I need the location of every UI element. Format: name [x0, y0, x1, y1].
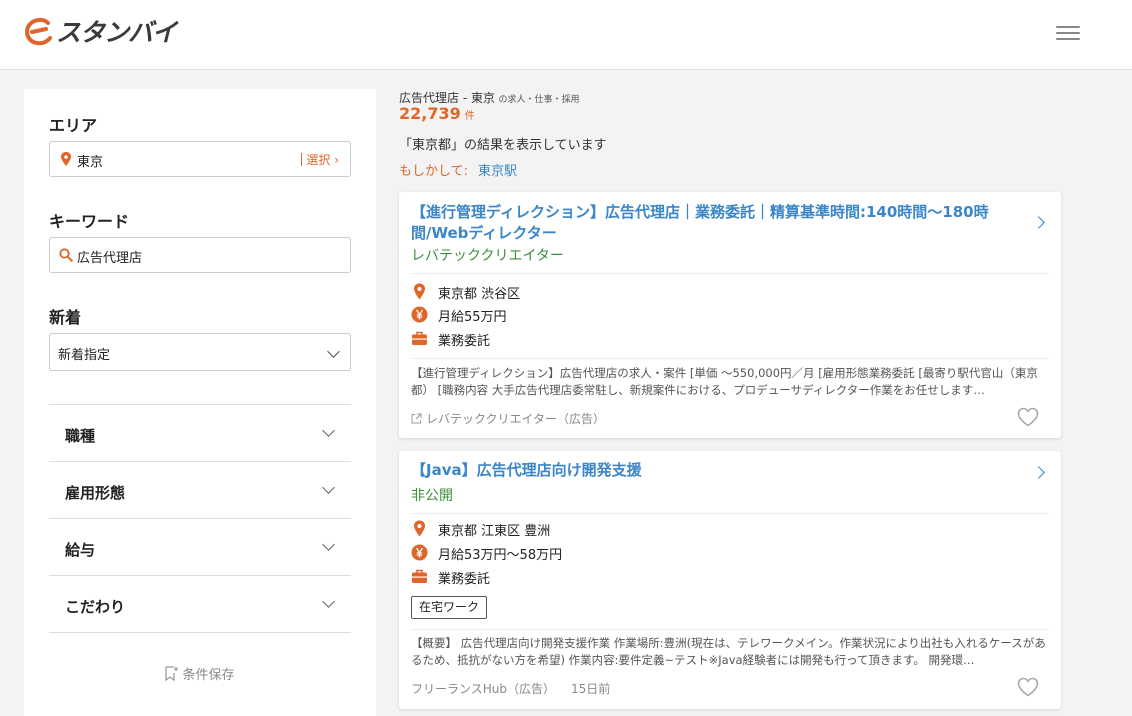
area-value: 東京: [77, 155, 104, 170]
keyword-value: 広告代理店: [77, 251, 143, 266]
job-source[interactable]: フリーランスHub（広告） 15日前: [411, 680, 610, 697]
job-location-text: 東京都 江東区 豊洲: [438, 524, 551, 539]
chevron-down-icon: [322, 595, 335, 608]
site-logo[interactable]: スタンバイ: [24, 16, 177, 47]
accordion-employment-type[interactable]: 雇用形態: [49, 461, 351, 518]
job-salary-text: 月給53万円～58万円: [438, 548, 563, 563]
chevron-down-icon: [322, 538, 335, 551]
job-salary-text: 月給55万円: [438, 310, 507, 325]
results-count-value: 22,739: [399, 104, 461, 123]
heart-icon[interactable]: [1017, 407, 1039, 427]
job-source[interactable]: レバテッククリエイター（広告）: [411, 410, 605, 427]
job-employment-text: 業務委託: [438, 334, 491, 349]
new-label: 新着: [49, 308, 82, 327]
save-conditions-label: 条件保存: [182, 668, 235, 683]
new-select-value: 新着指定: [58, 348, 111, 363]
job-company: 非公開: [411, 488, 453, 504]
accordion-preferences[interactable]: こだわり: [49, 575, 351, 632]
did-you-mean-link[interactable]: 東京駅: [478, 164, 517, 179]
divider: [49, 632, 351, 633]
results-title-suffix: の求人・仕事・採用: [498, 95, 580, 105]
did-you-mean-label: もしかして:: [399, 164, 468, 179]
location-pin-icon: [414, 283, 425, 300]
site-header: スタンバイ: [0, 0, 1132, 70]
job-description: 【概要】 広告代理店向け開発支援作業 作業場所:豊洲(現在は、テレワークメイン。…: [411, 636, 1046, 667]
search-icon: [59, 248, 73, 262]
keyword-label: キーワード: [49, 212, 130, 231]
job-employment-text: 業務委託: [438, 572, 491, 587]
job-title[interactable]: 【Java】広告代理店向け開発支援: [411, 460, 1021, 481]
chevron-down-icon: [327, 345, 340, 358]
results-title-main: 広告代理店 - 東京: [399, 91, 495, 105]
briefcase-icon: [412, 569, 427, 583]
menu-icon[interactable]: [1056, 24, 1082, 42]
location-pin-icon: [414, 520, 425, 537]
job-description: 【進行管理ディレクション】広告代理店の求人・案件 [単価 ～550,000円／月…: [411, 366, 1038, 397]
accordion-job-type[interactable]: 職種: [49, 404, 351, 461]
divider: [411, 513, 1049, 514]
accordion-salary[interactable]: 給与: [49, 518, 351, 575]
accordion-label: こだわり: [65, 598, 126, 616]
bookmark-plus-icon: [165, 666, 179, 681]
job-location-text: 東京都 渋谷区: [438, 287, 521, 302]
logo-text: スタンバイ: [56, 18, 177, 47]
did-you-mean: もしかして: 東京駅: [399, 160, 517, 179]
heart-icon[interactable]: [1017, 677, 1039, 697]
chevron-right-icon[interactable]: [1032, 466, 1045, 479]
job-title[interactable]: 【進行管理ディレクション】広告代理店｜業務委託｜精算基準時間:140時間～180…: [411, 202, 1021, 244]
location-pin-icon: [61, 152, 71, 166]
results-count: 22,739 件: [399, 104, 475, 123]
accordion-label: 給与: [65, 541, 96, 559]
job-posted-age: 15日前: [571, 682, 611, 696]
chevron-down-icon: [322, 481, 335, 494]
chevron-down-icon: [322, 424, 335, 437]
job-source-text: フリーランスHub（広告）: [411, 682, 556, 696]
accordion-label: 雇用形態: [65, 484, 126, 502]
divider: [411, 629, 1049, 630]
external-link-icon: [411, 413, 422, 424]
job-source-text: レバテッククリエイター（広告）: [426, 412, 606, 426]
save-conditions-button[interactable]: 条件保存: [24, 664, 376, 683]
job-card[interactable]: 【進行管理ディレクション】広告代理店｜業務委託｜精算基準時間:140時間～180…: [399, 192, 1061, 438]
results-count-unit: 件: [464, 111, 475, 122]
divider: [411, 273, 1049, 274]
yen-icon: [411, 306, 428, 323]
yen-icon: [411, 544, 428, 561]
divider: [411, 358, 1049, 359]
briefcase-icon: [412, 331, 427, 345]
logo-mark-icon: [25, 17, 52, 46]
area-field[interactable]: 東京 選択 ›: [49, 141, 351, 177]
results-scope-text: 「東京都」の結果を表示しています: [399, 138, 607, 153]
chevron-right-icon: ›: [334, 153, 339, 167]
remote-work-badge: 在宅ワーク: [411, 596, 488, 619]
chevron-right-icon[interactable]: [1032, 216, 1045, 229]
job-card[interactable]: 【Java】広告代理店向け開発支援 非公開 東京都 江東区 豊洲 月給53万円～…: [399, 451, 1061, 709]
area-select-label: 選択: [306, 153, 331, 167]
accordion-label: 職種: [65, 427, 96, 445]
new-select[interactable]: 新着指定: [49, 333, 351, 371]
area-label: エリア: [49, 116, 98, 135]
keyword-input[interactable]: 広告代理店: [49, 237, 351, 273]
area-select-link[interactable]: 選択 ›: [301, 151, 339, 168]
search-filter-panel: エリア 東京 選択 › キーワード 広告代理店 新着 新着指定 職種 雇用形態 …: [24, 89, 376, 716]
job-company: レバテッククリエイター: [411, 248, 564, 264]
